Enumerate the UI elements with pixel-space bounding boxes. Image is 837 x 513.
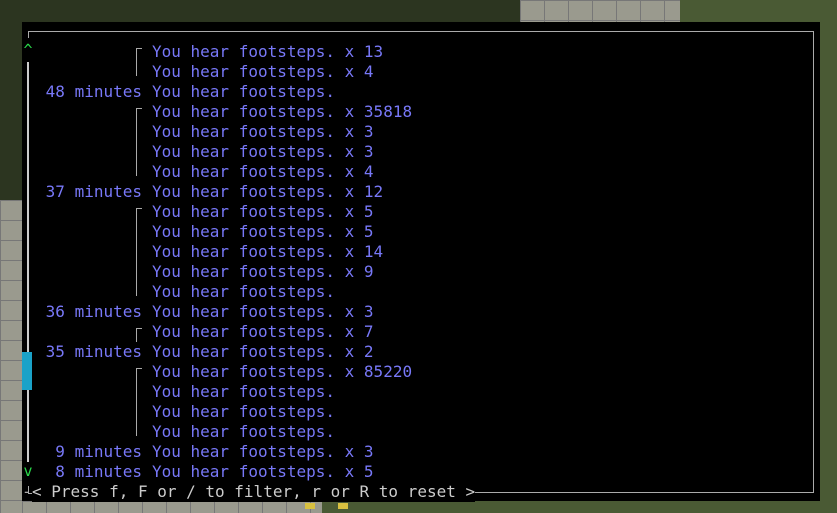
log-row: 37 minutes You hear footsteps. x 12 <box>22 182 812 202</box>
log-message: You hear footsteps. <box>152 402 336 421</box>
log-row: You hear footsteps. x 85220 <box>22 362 812 382</box>
log-message: You hear footsteps. x 13 <box>152 42 384 61</box>
log-group-connector <box>136 402 137 422</box>
log-timestamp: 37 minutes <box>45 182 142 201</box>
log-group-connector <box>136 422 137 436</box>
log-group-connector <box>136 328 142 342</box>
log-message: You hear footsteps. x 7 <box>152 322 374 341</box>
log-group-connector <box>136 48 142 62</box>
filter-hint-footer: < Press f, F or / to filter, r or R to r… <box>32 482 476 502</box>
log-message: You hear footsteps. x 3 <box>152 302 374 321</box>
log-message: You hear footsteps. <box>152 282 336 301</box>
log-message: You hear footsteps. x 3 <box>152 122 374 141</box>
log-timestamp: 48 minutes <box>45 82 142 101</box>
log-message: You hear footsteps. x 4 <box>152 62 374 81</box>
log-message: You hear footsteps. x 5 <box>152 462 374 481</box>
log-timestamp: 35 minutes <box>45 342 142 361</box>
log-row: You hear footsteps. x 4 <box>22 62 812 82</box>
log-row: You hear footsteps. x 3 <box>22 122 812 142</box>
log-row: You hear footsteps. x 35818 <box>22 102 812 122</box>
log-message: You hear footsteps. x 4 <box>152 162 374 181</box>
message-list: You hear footsteps. x 13 You hear footste… <box>22 42 812 482</box>
frame-right-border <box>813 31 814 493</box>
log-group-connector <box>136 62 137 76</box>
log-row: You hear footsteps. <box>22 422 812 442</box>
log-row: You hear footsteps. x 7 <box>22 322 812 342</box>
log-message: You hear footsteps. x 35818 <box>152 102 413 121</box>
log-row: 36 minutes You hear footsteps. x 3 <box>22 302 812 322</box>
frame-corner-top-left <box>28 31 35 38</box>
log-group-connector <box>136 222 137 242</box>
log-message: You hear footsteps. <box>152 382 336 401</box>
log-group-connector <box>136 208 142 222</box>
log-row: You hear footsteps. x 3 <box>22 142 812 162</box>
log-message: You hear footsteps. <box>152 82 336 101</box>
log-group-connector <box>136 142 137 162</box>
log-group-connector <box>136 162 137 176</box>
log-row: You hear footsteps. x 13 <box>22 42 812 62</box>
log-timestamp: 9 minutes <box>55 442 142 461</box>
log-message: You hear footsteps. x 5 <box>152 222 374 241</box>
log-timestamp: 8 minutes <box>55 462 142 481</box>
log-timestamp: 36 minutes <box>45 302 142 321</box>
log-group-connector <box>136 108 142 122</box>
footer-border-dash: - <box>22 482 32 501</box>
log-row: You hear footsteps. x 5 <box>22 202 812 222</box>
log-message: You hear footsteps. x 3 <box>152 442 374 461</box>
log-row: You hear footsteps. x 9 <box>22 262 812 282</box>
log-row: 48 minutes You hear footsteps. <box>22 82 812 102</box>
log-group-connector <box>136 382 137 402</box>
log-group-connector <box>136 242 137 262</box>
log-message: You hear footsteps. x 5 <box>152 202 374 221</box>
log-row: You hear footsteps. <box>22 382 812 402</box>
log-message: You hear footsteps. x 3 <box>152 142 374 161</box>
log-group-connector <box>136 122 137 142</box>
log-group-connector <box>136 262 137 282</box>
log-message: You hear footsteps. x 12 <box>152 182 384 201</box>
log-row: You hear footsteps. x 4 <box>22 162 812 182</box>
log-message: You hear footsteps. x 2 <box>152 342 374 361</box>
log-row: 9 minutes You hear footsteps. x 3 <box>22 442 812 462</box>
log-row: 35 minutes You hear footsteps. x 2 <box>22 342 812 362</box>
log-message: You hear footsteps. x 14 <box>152 242 384 261</box>
message-log-window: ^ v You hear footsteps. x 13 You hear foo… <box>22 22 820 502</box>
frame-top-border <box>28 31 814 32</box>
log-message: You hear footsteps. x 85220 <box>152 362 413 381</box>
log-row: You hear footsteps. x 5 <box>22 222 812 242</box>
log-row: 8 minutes You hear footsteps. x 5 <box>22 462 812 482</box>
log-message: You hear footsteps. <box>152 422 336 441</box>
log-group-connector <box>136 282 137 296</box>
log-group-connector <box>136 368 142 382</box>
log-row: You hear footsteps. <box>22 402 812 422</box>
log-row: You hear footsteps. <box>22 282 812 302</box>
log-row: You hear footsteps. x 14 <box>22 242 812 262</box>
log-message: You hear footsteps. x 9 <box>152 262 374 281</box>
